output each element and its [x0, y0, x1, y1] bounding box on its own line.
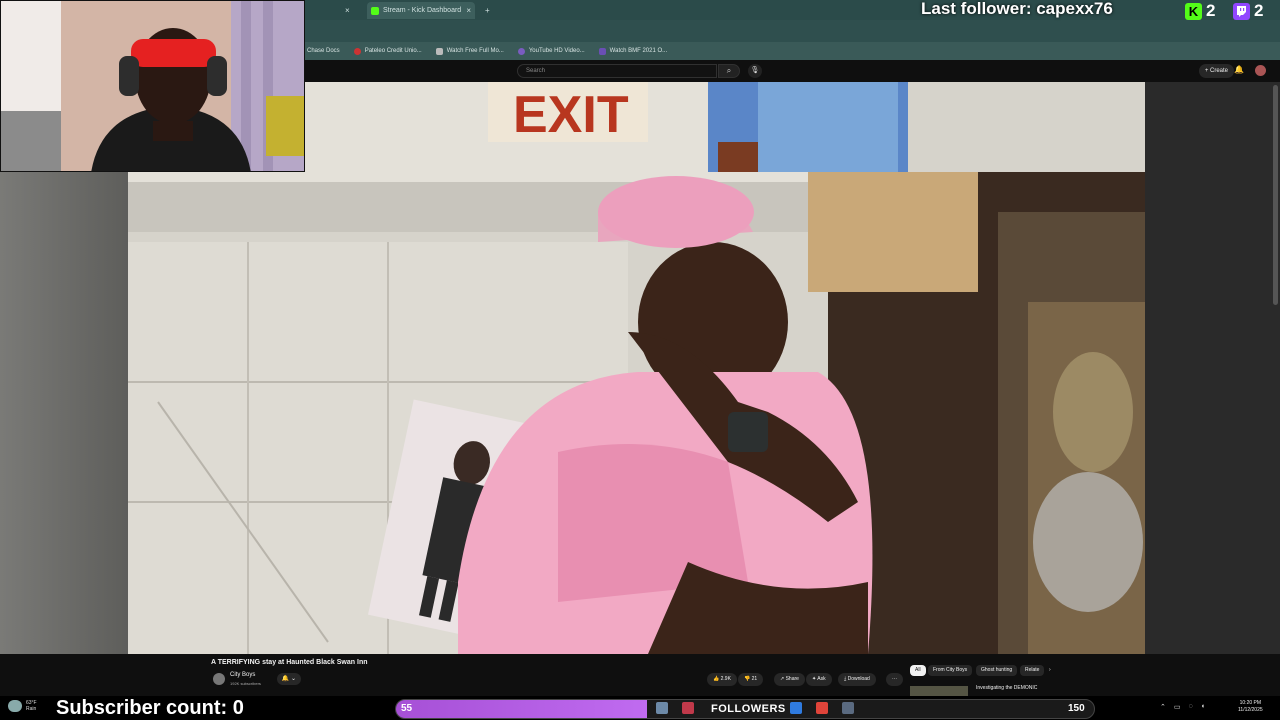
- kick-logo-icon: K: [1185, 2, 1202, 20]
- weather-text: 63°F Rain: [26, 700, 37, 712]
- tab-label: Stream - Kick Dashboard: [383, 7, 462, 14]
- bank-icon: [353, 47, 361, 55]
- tab-kick-dashboard[interactable]: Stream - Kick Dashboard ×: [367, 2, 475, 19]
- bookmark-item[interactable]: YouTube HD Video...: [517, 47, 585, 55]
- browser-tab[interactable]: ×: [345, 2, 350, 19]
- last-follower-label: Last follower: capexx76: [921, 0, 1113, 18]
- svg-text:EXIT: EXIT: [513, 86, 629, 144]
- bookmark-item[interactable]: Watch BMF 2021 O...: [598, 47, 668, 55]
- file-explorer-icon[interactable]: [656, 702, 668, 714]
- chrome-icon[interactable]: [816, 702, 828, 714]
- share-button[interactable]: ↗ Share: [774, 673, 805, 686]
- system-tray: ⌃ ▭ ◌ ◖: [1160, 703, 1205, 711]
- chip-related[interactable]: Relate: [1020, 665, 1045, 676]
- bookmark-label: Watch BMF 2021 O...: [609, 48, 668, 54]
- account-avatar[interactable]: [1255, 65, 1266, 76]
- battery-icon[interactable]: ▭: [1174, 703, 1181, 711]
- tab-close-icon[interactable]: ×: [466, 6, 471, 15]
- bookmark-item[interactable]: Watch Free Full Mo...: [435, 47, 504, 55]
- weather-condition: Rain: [26, 706, 37, 712]
- chip-from-channel[interactable]: From City Boys: [928, 665, 973, 676]
- kick-follower-counter: K 2: [1185, 1, 1216, 20]
- subscriber-count-label: Subscriber count: 0: [56, 697, 244, 719]
- clock-date: 11/12/2025: [1238, 707, 1263, 713]
- youtube-header: Search ⌕ 🎙 + Create 🔔: [305, 60, 1280, 82]
- webcam-overlay: [0, 0, 305, 172]
- bookmark-label: Pateleo Credit Unio...: [364, 48, 422, 54]
- video-info-bar: A TERRIFYING stay at Haunted Black Swan …: [0, 654, 1280, 696]
- twitch-logo-icon: [1233, 2, 1250, 20]
- twitch-count: 2: [1254, 1, 1264, 20]
- screen: × Stream - Kick Dashboard × + ⌕ ⧉ ☆ ◫ ▭ …: [0, 0, 1280, 720]
- ask-button[interactable]: ✦ Ask: [806, 673, 832, 686]
- dislike-button[interactable]: 👎 21: [738, 673, 764, 686]
- recommended-title[interactable]: Investigating the DEMONIC: [976, 685, 1037, 691]
- browser-tab-bar: × Stream - Kick Dashboard × +: [305, 0, 1280, 20]
- channel-subscriber-count: 192K subscribers: [230, 681, 261, 686]
- chip-ghost-hunting[interactable]: Ghost hunting: [976, 665, 1018, 676]
- webcam-image: [1, 1, 304, 171]
- video-site-icon: [517, 47, 525, 55]
- new-tab-button[interactable]: +: [485, 2, 490, 19]
- app-icon[interactable]: [842, 702, 854, 714]
- goal-end-value: 150: [1068, 703, 1085, 714]
- chevron-up-icon[interactable]: ⌃: [1160, 703, 1166, 711]
- more-actions-button[interactable]: ···: [886, 673, 903, 686]
- bookmark-label: Chase Docs: [307, 48, 340, 54]
- twitch-follower-counter: 2: [1233, 1, 1264, 20]
- taskbar-clock[interactable]: 10:20 PM 11/12/2025: [1238, 700, 1263, 714]
- clock-time: 10:20 PM: [1239, 700, 1262, 706]
- chip-next-button[interactable]: ›: [1044, 665, 1056, 676]
- bookmark-item[interactable]: Pateleo Credit Unio...: [353, 47, 422, 55]
- bell-icon: 🔔: [1234, 65, 1244, 74]
- download-button[interactable]: ⤓ Download: [838, 673, 876, 686]
- browser-icon[interactable]: [790, 702, 802, 714]
- video-title: A TERRIFYING stay at Haunted Black Swan …: [211, 659, 368, 666]
- weather-widget[interactable]: 63°F Rain: [8, 700, 37, 712]
- goal-progress-fill: [396, 700, 648, 718]
- like-button[interactable]: 👍 2.9K: [707, 673, 737, 686]
- rain-cloud-icon: [8, 700, 22, 712]
- taskbar-icons-right: [790, 702, 854, 714]
- bookmarks-bar: Chase Docs Pateleo Credit Unio... Watch …: [305, 42, 1280, 60]
- browser-toolbar: ⌕ ⧉ ☆ ◫ ▭ ● ⋮: [305, 20, 1280, 55]
- goal-start-value: 55: [401, 703, 413, 714]
- kick-count: 2: [1206, 1, 1216, 20]
- tab-close-icon[interactable]: ×: [345, 6, 350, 15]
- volume-icon[interactable]: ◖: [1201, 703, 1205, 711]
- subscribed-bell-button[interactable]: 🔔 ⌄: [277, 673, 301, 685]
- kick-favicon-icon: [371, 6, 379, 15]
- create-button[interactable]: + Create: [1198, 64, 1234, 78]
- recommended-thumbnail[interactable]: [910, 686, 968, 696]
- goal-label: FOLLOWERS: [711, 703, 786, 715]
- bookmark-label: YouTube HD Video...: [528, 48, 585, 54]
- network-icon[interactable]: ◌: [1189, 703, 1193, 711]
- bookmark-label: Watch Free Full Mo...: [446, 48, 504, 54]
- plus-icon: +: [485, 6, 490, 15]
- movie-site-icon: [598, 47, 606, 55]
- taskbar-icons: [656, 702, 694, 714]
- bookmark-item[interactable]: Chase Docs: [307, 48, 340, 54]
- search-button[interactable]: ⌕: [718, 64, 740, 78]
- page-right-background: [1145, 82, 1280, 654]
- page-scrollbar[interactable]: [1273, 85, 1278, 305]
- channel-avatar[interactable]: [213, 673, 225, 685]
- page-left-background: [0, 172, 128, 654]
- voice-search-button[interactable]: 🎙: [748, 64, 762, 78]
- channel-name[interactable]: City Boys: [230, 672, 255, 678]
- notifications-button[interactable]: 🔔: [1234, 65, 1244, 74]
- app-icon[interactable]: [682, 702, 694, 714]
- search-input[interactable]: Search: [517, 64, 717, 78]
- microphone-icon: 🎙: [750, 67, 760, 74]
- search-icon: ⌕: [726, 66, 732, 75]
- page-icon: [435, 47, 443, 55]
- chip-all[interactable]: All: [910, 665, 926, 676]
